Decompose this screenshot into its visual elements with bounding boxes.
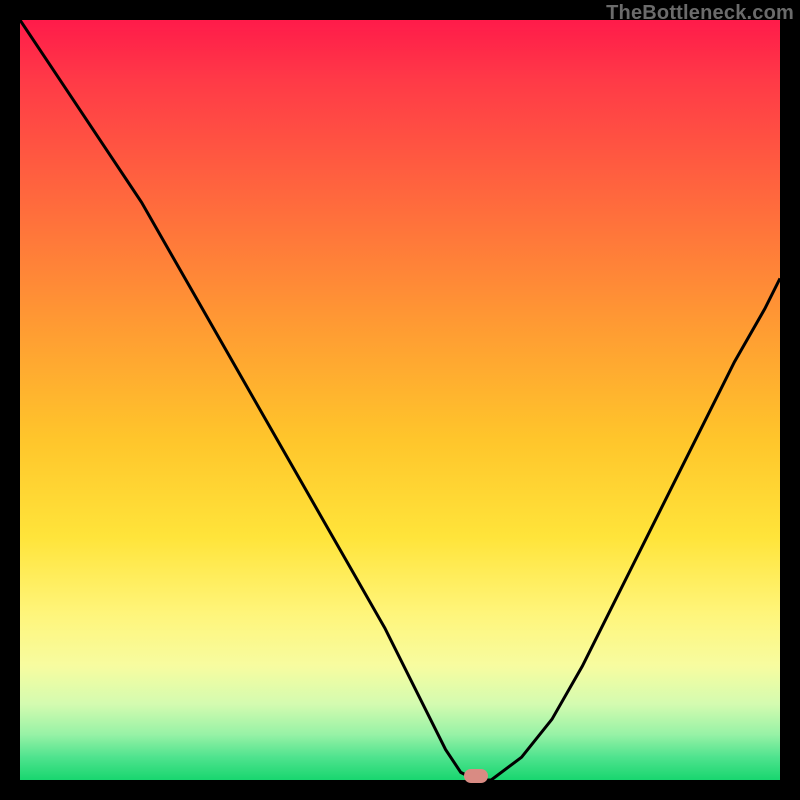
chart-frame: TheBottleneck.com [0,0,800,800]
chart-gradient-background [20,20,780,780]
optimal-point-marker [464,769,488,783]
watermark-text: TheBottleneck.com [606,2,794,25]
